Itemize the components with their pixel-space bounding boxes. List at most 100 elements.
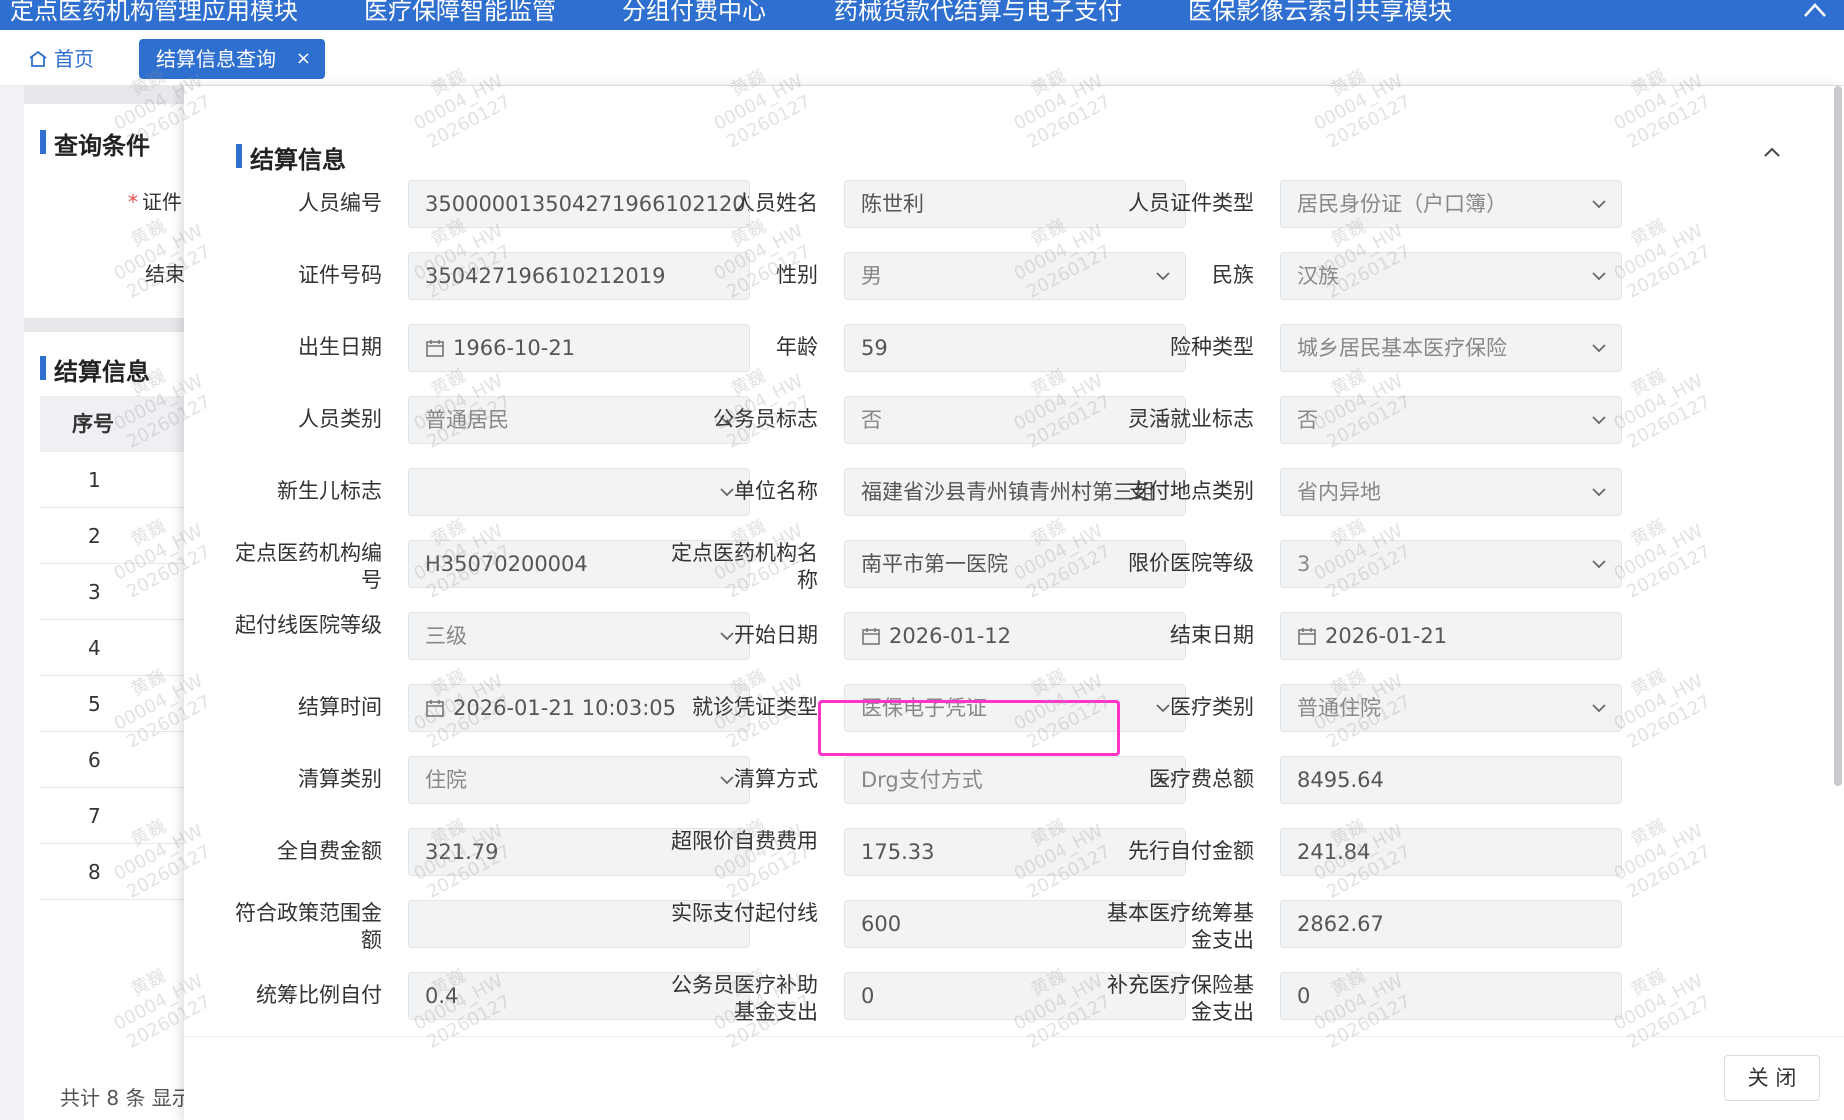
- table-row[interactable]: 2: [40, 508, 184, 564]
- civil-servant-subsidy-label: 公务员医疗补助基金支出: [671, 973, 818, 1024]
- institution-code-label: 定点医药机构编号: [235, 541, 382, 592]
- clearing-category-value: 住院: [425, 768, 467, 792]
- basic-fund-payout-value: 2862.67: [1297, 912, 1384, 936]
- pagination-summary: 共计 8 条 显示: [60, 1086, 192, 1110]
- scrollbar-thumb[interactable]: [1834, 86, 1842, 786]
- id-number-label: 证件号码: [298, 263, 382, 287]
- id-type-value: 居民身份证（户口簿）: [1297, 192, 1507, 216]
- visit-credential-type-label: 就诊凭证类型: [692, 695, 818, 719]
- nav-item-supervision[interactable]: 医疗保障智能监管: [364, 0, 556, 26]
- calendar-icon: [426, 700, 444, 717]
- flexible-employment-flag-label: 灵活就业标志: [1128, 407, 1254, 431]
- chevron-down-icon[interactable]: [1589, 410, 1609, 430]
- nav-item-drug-payment[interactable]: 药械货款代结算与电子支付: [834, 0, 1122, 26]
- person-name-label: 人员姓名: [734, 191, 818, 215]
- table-header-index: 序号: [40, 396, 184, 452]
- prior-self-pay-value: 241.84: [1297, 840, 1371, 864]
- insurance-type-field[interactable]: 城乡居民基本医疗保险: [1280, 324, 1622, 372]
- civil-servant-flag-value: 否: [861, 408, 882, 432]
- chevron-down-icon[interactable]: [1589, 266, 1609, 286]
- id-type-label: 人员证件类型: [1128, 191, 1254, 215]
- query-section-title: 查询条件: [40, 126, 150, 161]
- calendar-icon: [862, 628, 880, 645]
- settlement-time-label: 结算时间: [298, 695, 382, 719]
- deductible-hospital-level-label: 起付线医院等级: [235, 613, 382, 637]
- civil-servant-flag-label: 公务员标志: [713, 407, 818, 431]
- top-navigation: 定点医药机构管理应用模块 医疗保障智能监管 分组付费中心 药械货款代结算与电子支…: [0, 0, 1844, 30]
- tab-home[interactable]: 首页: [28, 42, 94, 76]
- ethnicity-value: 汉族: [1297, 264, 1339, 288]
- close-button[interactable]: 关 闭: [1724, 1055, 1820, 1101]
- nav-item-institution[interactable]: 定点医药机构管理应用模块: [10, 0, 298, 26]
- birth-date-value: 1966-10-21: [453, 336, 576, 360]
- close-icon[interactable]: ×: [296, 39, 311, 79]
- price-hospital-level-field[interactable]: 3: [1280, 540, 1622, 588]
- clearing-method-value: Drg支付方式: [861, 768, 983, 792]
- prior-self-pay-field[interactable]: 241.84: [1280, 828, 1622, 876]
- payment-location-type-value: 省内异地: [1297, 480, 1381, 504]
- table-row[interactable]: 6: [40, 732, 184, 788]
- clearing-category-label: 清算类别: [298, 767, 382, 791]
- chevron-down-icon[interactable]: [1589, 698, 1609, 718]
- table-row[interactable]: 8: [40, 844, 184, 900]
- actual-deductible-value: 600: [861, 912, 902, 936]
- insurance-type-label: 险种类型: [1170, 335, 1254, 359]
- civil-servant-subsidy-value: 0: [861, 984, 875, 1008]
- id-number-value: 350427196610212019: [425, 264, 666, 288]
- table-row[interactable]: 5: [40, 676, 184, 732]
- price-hospital-level-label: 限价医院等级: [1128, 551, 1254, 575]
- deductible-hospital-level-value: 三级: [425, 624, 467, 648]
- end-date-label: 结束日期: [1170, 623, 1254, 647]
- nav-item-group-payment[interactable]: 分组付费中心: [622, 0, 766, 26]
- modal-footer: 关 闭: [184, 1036, 1844, 1120]
- tab-settlement-query[interactable]: 结算信息查询 ×: [139, 39, 325, 79]
- pooled-ratio-self-pay-label: 统筹比例自付: [256, 983, 382, 1007]
- basic-fund-payout-field[interactable]: 2862.67: [1280, 900, 1622, 948]
- supplementary-insurance-payout-field[interactable]: 0: [1280, 972, 1622, 1020]
- chevron-down-icon[interactable]: [1589, 482, 1609, 502]
- person-name-value: 陈世利: [861, 192, 924, 216]
- person-id-label: 人员编号: [298, 191, 382, 215]
- basic-fund-payout-label: 基本医疗统筹基金支出: [1107, 901, 1254, 952]
- table-row[interactable]: 3: [40, 564, 184, 620]
- query-field-end-label: 结束: [145, 262, 185, 286]
- prior-self-pay-label: 先行自付金额: [1128, 839, 1254, 863]
- chevron-down-icon[interactable]: [1589, 554, 1609, 574]
- chevron-down-icon[interactable]: [1589, 338, 1609, 358]
- modal-title: 结算信息: [236, 140, 346, 175]
- total-medical-cost-label: 医疗费总额: [1149, 767, 1254, 791]
- age-label: 年龄: [776, 335, 818, 359]
- nav-item-image-cloud[interactable]: 医保影像云索引共享模块: [1188, 0, 1452, 26]
- payment-location-type-field[interactable]: 省内异地: [1280, 468, 1622, 516]
- newborn-flag-label: 新生儿标志: [277, 479, 382, 503]
- tab-bar: 首页 结算信息查询 ×: [0, 30, 1844, 86]
- table-row[interactable]: 4: [40, 620, 184, 676]
- end-date-field[interactable]: 2026-01-21: [1280, 612, 1622, 660]
- chevron-down-icon[interactable]: [1589, 194, 1609, 214]
- insurance-type-value: 城乡居民基本医疗保险: [1297, 336, 1507, 360]
- chevron-up-icon[interactable]: [1800, 0, 1830, 24]
- person-category-value: 普通居民: [425, 408, 509, 432]
- table-row[interactable]: 1: [40, 452, 184, 508]
- table-row[interactable]: 7: [40, 788, 184, 844]
- medical-category-field[interactable]: 普通住院: [1280, 684, 1622, 732]
- settlement-detail-modal: 结算信息 人员编号 35000001350427196610212015 人员姓名陈…: [184, 86, 1844, 1120]
- institution-name-value: 南平市第一医院: [861, 552, 1008, 576]
- person-category-label: 人员类别: [298, 407, 382, 431]
- actual-deductible-label: 实际支付起付线: [671, 901, 818, 925]
- calendar-icon: [1298, 628, 1316, 645]
- chevron-up-icon[interactable]: [1758, 138, 1786, 168]
- settlement-section-title: 结算信息: [40, 352, 150, 387]
- supplementary-insurance-payout-label: 补充医疗保险基金支出: [1107, 973, 1254, 1024]
- modal-scrollbar[interactable]: [1832, 86, 1844, 786]
- total-medical-cost-field[interactable]: 8495.64: [1280, 756, 1622, 804]
- price-hospital-level-value: 3: [1297, 552, 1311, 576]
- end-date-value: 2026-01-21: [1325, 624, 1448, 648]
- institution-name-label: 定点医药机构名称: [671, 541, 818, 592]
- policy-range-amount-label: 符合政策范围金额: [235, 901, 382, 952]
- id-type-field[interactable]: 居民身份证（户口簿）: [1280, 180, 1622, 228]
- flexible-employment-flag-field[interactable]: 否: [1280, 396, 1622, 444]
- calendar-icon: [426, 340, 444, 357]
- age-value: 59: [861, 336, 888, 360]
- ethnicity-field[interactable]: 汉族: [1280, 252, 1622, 300]
